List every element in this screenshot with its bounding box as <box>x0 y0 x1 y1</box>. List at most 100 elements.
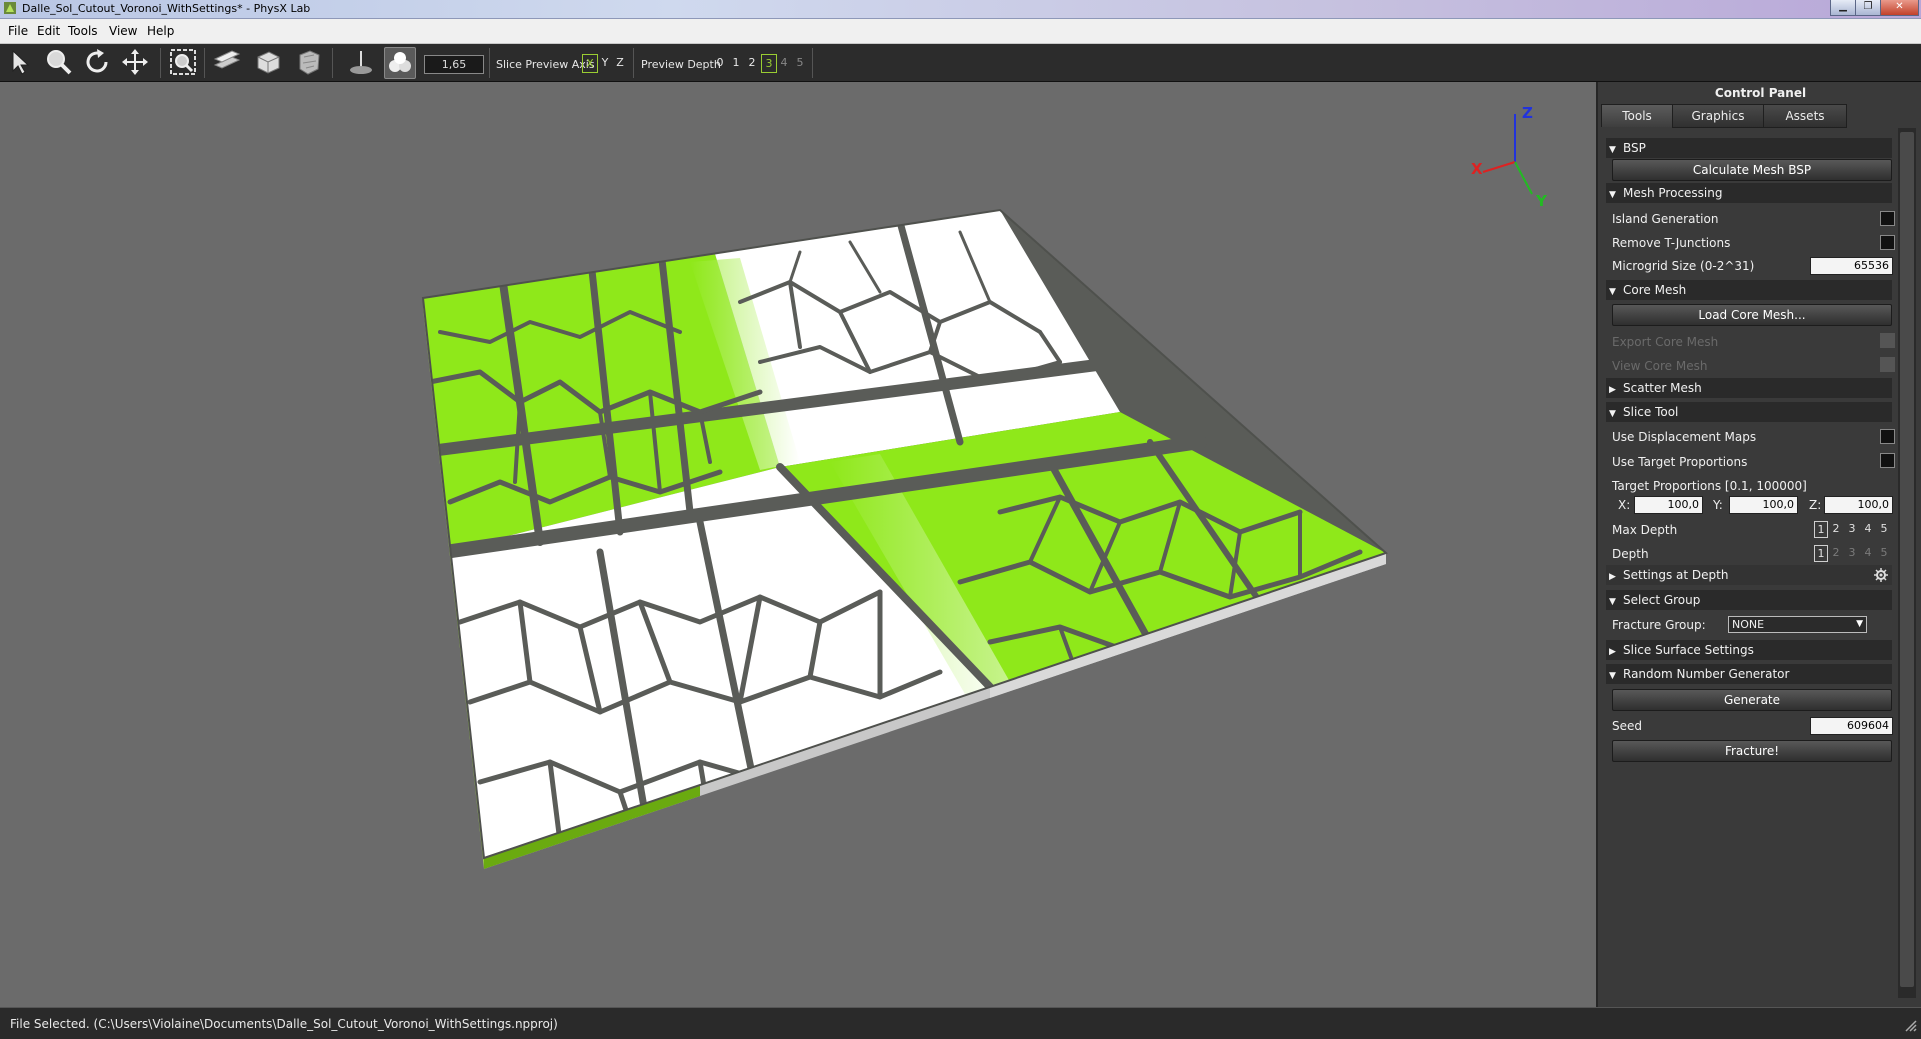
menu-bar: File Edit Tools View Help <box>0 19 1921 44</box>
toolbar: 1,65 Slice Preview Axis X Y Z Preview De… <box>0 44 1921 82</box>
depth-3-button[interactable]: 3 <box>761 54 777 73</box>
move-icon[interactable] <box>120 47 150 77</box>
maximize-button[interactable]: ❐ <box>1855 0 1881 16</box>
depth-5[interactable]: 5 <box>1878 545 1890 560</box>
status-bar: File Selected. (C:\Users\Violaine\Docume… <box>0 1007 1921 1039</box>
section-select-group-label: Select Group <box>1623 593 1701 607</box>
island-generation-label: Island Generation <box>1612 212 1719 226</box>
section-core-mesh[interactable]: ▼ Core Mesh <box>1606 280 1892 300</box>
export-core-mesh-label: Export Core Mesh <box>1612 335 1719 349</box>
axis-gizmo: Z X Y <box>1471 104 1548 210</box>
max-depth-2[interactable]: 2 <box>1830 521 1842 536</box>
target-proportions-label: Target Proportions [0.1, 100000] <box>1612 479 1807 493</box>
menu-file[interactable]: File <box>8 24 28 38</box>
menu-tools[interactable]: Tools <box>68 24 98 38</box>
menu-edit[interactable]: Edit <box>37 24 60 38</box>
section-select-group[interactable]: ▼ Select Group <box>1606 590 1892 610</box>
view-core-mesh-checkbox[interactable] <box>1880 357 1895 372</box>
depth-1-button[interactable]: 1 <box>729 54 743 71</box>
tab-tools[interactable]: Tools <box>1601 104 1673 127</box>
spheres-icon[interactable] <box>384 47 416 79</box>
remove-t-junctions-label: Remove T-Junctions <box>1612 236 1731 250</box>
max-depth-4[interactable]: 4 <box>1862 521 1874 536</box>
zoom-extents-icon[interactable] <box>168 47 198 77</box>
section-mesh-processing[interactable]: ▼ Mesh Processing <box>1606 183 1892 203</box>
max-depth-3[interactable]: 3 <box>1846 521 1858 536</box>
microgrid-size-field[interactable]: 65536 <box>1810 257 1893 275</box>
axis-x-button[interactable]: X <box>582 54 598 73</box>
section-scatter-mesh[interactable]: ▶ Scatter Mesh <box>1606 378 1892 398</box>
use-target-proportions-checkbox[interactable] <box>1880 453 1895 468</box>
box-icon[interactable] <box>253 47 283 77</box>
depth-4-button[interactable]: 4 <box>777 54 791 71</box>
section-scatter-mesh-label: Scatter Mesh <box>1623 381 1702 395</box>
chevron-down-icon: ▼ <box>1856 619 1863 629</box>
tab-assets[interactable]: Assets <box>1763 104 1847 128</box>
section-mesh-processing-label: Mesh Processing <box>1623 186 1723 200</box>
seed-field[interactable]: 609604 <box>1810 717 1893 735</box>
rotate-icon[interactable] <box>82 47 112 77</box>
depth-0-button[interactable]: 0 <box>713 54 727 71</box>
scale-input[interactable]: 1,65 <box>424 55 484 74</box>
section-slice-surface-settings[interactable]: ▶ Slice Surface Settings <box>1606 640 1892 660</box>
section-bsp[interactable]: ▼ BSP <box>1606 138 1892 158</box>
zoom-icon[interactable] <box>44 47 74 77</box>
toolbar-separator <box>633 48 634 78</box>
preview-depth-label: Preview Depth <box>641 58 721 71</box>
seed-label: Seed <box>1612 719 1642 733</box>
fracture-button[interactable]: Fracture! <box>1612 740 1892 762</box>
load-core-mesh-button[interactable]: Load Core Mesh... <box>1612 304 1892 326</box>
remove-t-junctions-checkbox[interactable] <box>1880 235 1895 250</box>
max-depth-1[interactable]: 1 <box>1814 521 1828 538</box>
use-displacement-maps-label: Use Displacement Maps <box>1612 430 1757 444</box>
gear-icon[interactable] <box>1874 568 1888 582</box>
calculate-mesh-bsp-button[interactable]: Calculate Mesh BSP <box>1612 159 1892 181</box>
plane-icon[interactable] <box>346 47 376 77</box>
generate-button[interactable]: Generate <box>1612 689 1892 711</box>
section-slice-tool[interactable]: ▼ Slice Tool <box>1606 402 1892 422</box>
axis-y-button[interactable]: Y <box>598 54 612 71</box>
depth-2[interactable]: 2 <box>1830 545 1842 560</box>
close-button[interactable]: ✕ <box>1880 0 1919 16</box>
status-text: File Selected. (C:\Users\Violaine\Docume… <box>10 1017 558 1031</box>
depth-5-button[interactable]: 5 <box>793 54 807 71</box>
title-bar: Dalle_Sol_Cutout_Voronoi_WithSettings* -… <box>0 0 1921 19</box>
toolbar-separator <box>332 48 333 78</box>
depth-3[interactable]: 3 <box>1846 545 1858 560</box>
axis-z-button[interactable]: Z <box>613 54 627 71</box>
microgrid-size-label: Microgrid Size (0-2^31) <box>1612 259 1755 273</box>
fracture-group-label: Fracture Group: <box>1612 618 1706 632</box>
depth-1[interactable]: 1 <box>1814 545 1828 562</box>
island-generation-checkbox[interactable] <box>1880 211 1895 226</box>
section-rng-label: Random Number Generator <box>1623 667 1790 681</box>
section-slice-surface-settings-label: Slice Surface Settings <box>1623 643 1754 657</box>
target-x-label: X: <box>1618 498 1631 512</box>
tab-graphics[interactable]: Graphics <box>1672 104 1764 128</box>
resize-grip-icon[interactable] <box>1901 1016 1917 1032</box>
depth-2-button[interactable]: 2 <box>745 54 759 71</box>
max-depth-5[interactable]: 5 <box>1878 521 1890 536</box>
export-core-mesh-checkbox[interactable] <box>1880 333 1895 348</box>
chunk-icon[interactable] <box>294 47 324 77</box>
axis-z-label: Z <box>1522 104 1533 122</box>
target-z-field[interactable]: 100,0 <box>1824 496 1893 514</box>
view-core-mesh-label: View Core Mesh <box>1612 359 1708 373</box>
section-settings-at-depth[interactable]: ▶ Settings at Depth <box>1606 565 1892 585</box>
section-random-number-generator[interactable]: ▼ Random Number Generator <box>1606 664 1892 684</box>
panel-scrollbar-thumb[interactable] <box>1900 132 1914 987</box>
fracture-group-select[interactable]: NONE ▼ <box>1728 616 1867 633</box>
depth-4[interactable]: 4 <box>1862 545 1874 560</box>
select-arrow-icon[interactable] <box>6 47 36 77</box>
menu-view[interactable]: View <box>109 24 137 38</box>
menu-help[interactable]: Help <box>147 24 174 38</box>
depth-label: Depth <box>1612 547 1649 561</box>
3d-viewport[interactable]: Z X Y <box>0 82 1596 1007</box>
app-icon <box>4 2 16 14</box>
slice-icon[interactable] <box>212 47 242 77</box>
use-displacement-maps-checkbox[interactable] <box>1880 429 1895 444</box>
target-x-field[interactable]: 100,0 <box>1634 496 1703 514</box>
toolbar-separator <box>160 48 161 78</box>
minimize-button[interactable]: ▁ <box>1830 0 1856 16</box>
target-y-field[interactable]: 100,0 <box>1729 496 1798 514</box>
axis-y-label: Y <box>1535 192 1548 210</box>
